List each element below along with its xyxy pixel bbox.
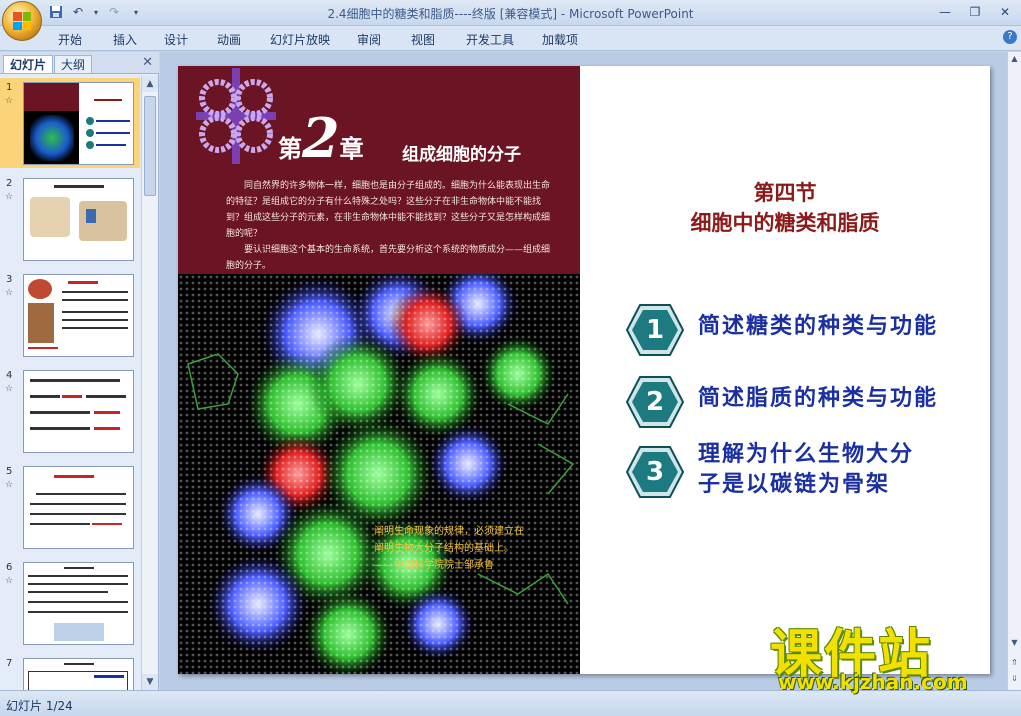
animation-star-icon: ☆: [5, 96, 14, 106]
chapter-prefix: 第: [278, 134, 302, 163]
slide-counter: 幻灯片 1/24: [6, 699, 73, 713]
quote-attribution: ——中国科学院院士邹承鲁: [374, 560, 494, 571]
thumbnail-scrollbar[interactable]: ▲ ▼: [141, 76, 158, 690]
restore-icon[interactable]: ❐: [965, 3, 985, 21]
tab-view[interactable]: 视图: [411, 31, 435, 48]
slide-edit-area: 第2章 组成细胞的分子 同自然界的许多物体一样，细胞也是由分子组成的。细胞为什么…: [160, 52, 1007, 690]
intro-paragraph-1: 同自然界的许多物体一样，细胞也是由分子组成的。细胞为什么能表现出生命的特征？是组…: [226, 181, 551, 239]
tab-insert[interactable]: 插入: [113, 31, 137, 48]
slide-thumbnail-6[interactable]: 6 ☆: [0, 558, 140, 648]
molecule-image: [178, 274, 580, 674]
quote: 阐明生命现象的规律，必须建立在 阐明生物大分子结构的基础上。 ——中国科学院院士…: [374, 523, 524, 574]
thumb-number: 5: [6, 466, 13, 477]
chapter-number: 第2章: [278, 106, 364, 170]
scroll-down-icon[interactable]: ▼: [142, 674, 158, 690]
title-bar: ↶ ▾ ↷ ▾ 2.4细胞中的糖类和脂质----终版 [兼容模式] - Micr…: [0, 0, 1021, 41]
chapter-header: 第2章 组成细胞的分子 同自然界的许多物体一样，细胞也是由分子组成的。细胞为什么…: [178, 66, 580, 274]
decorative-cross-icon: [196, 68, 276, 164]
tab-slideshow[interactable]: 幻灯片放映: [270, 31, 330, 48]
objective-text-line: 理解为什么生物大分: [698, 442, 915, 467]
thumb-number: 7: [6, 658, 13, 669]
thumbnail-preview: [23, 178, 134, 261]
slide-thumbnail-4[interactable]: 4 ☆: [0, 366, 140, 456]
scroll-thumb[interactable]: [144, 96, 156, 196]
ribbon-tabs: 开始 插入 设计 动画 幻灯片放映 审阅 视图 开发工具 加载项: [0, 26, 1021, 51]
watermark: 课件站 www.kjzhan.com: [770, 612, 1010, 694]
tab-developer[interactable]: 开发工具: [466, 31, 514, 48]
objective-number: 1: [645, 315, 665, 345]
tab-slides[interactable]: 幻灯片: [3, 55, 54, 73]
thumb-number: 1: [6, 82, 13, 93]
tab-design[interactable]: 设计: [164, 31, 188, 48]
section-number: 第四节: [753, 180, 817, 205]
current-slide[interactable]: 第2章 组成细胞的分子 同自然界的许多物体一样，细胞也是由分子组成的。细胞为什么…: [178, 66, 990, 674]
office-button[interactable]: [2, 1, 42, 41]
scroll-up-icon[interactable]: ▲: [142, 76, 158, 92]
objective-text: 简述糖类的种类与功能: [698, 314, 939, 339]
intro-paragraph-2: 要认识细胞这个基本的生命系统，首先要分析这个系统的物质成分——组成细胞的分子。: [226, 245, 551, 271]
tab-outline[interactable]: 大纲: [54, 55, 93, 73]
slide-image-panel: 第2章 组成细胞的分子 同自然界的许多物体一样，细胞也是由分子组成的。细胞为什么…: [178, 66, 580, 674]
slide-thumbnail-7[interactable]: 7: [0, 654, 140, 690]
objective-number: 2: [645, 387, 665, 417]
objective-text: 理解为什么生物大分 子是以碳链为骨架: [698, 440, 914, 500]
animation-star-icon: ☆: [5, 576, 14, 586]
thumbnail-preview: [23, 466, 134, 549]
objective-text-line: 子是以碳链为骨架: [698, 472, 891, 497]
tab-home[interactable]: 开始: [58, 31, 82, 48]
panel-tabs: 幻灯片 大纲 ✕: [0, 52, 159, 74]
thumb-number: 2: [6, 178, 13, 189]
animation-star-icon: ☆: [5, 192, 14, 202]
slide-thumbnail-3[interactable]: 3 ☆: [0, 270, 140, 360]
help-icon[interactable]: ?: [1003, 30, 1017, 44]
thumb-number: 6: [6, 562, 13, 573]
close-icon[interactable]: ✕: [995, 3, 1015, 21]
tab-addins[interactable]: 加载项: [542, 31, 578, 48]
thumb-number: 4: [6, 370, 13, 381]
thumbnail-preview: [23, 370, 134, 453]
tab-review[interactable]: 审阅: [357, 31, 381, 48]
slide-scrollbar[interactable]: ▲ ▼ ⇑ ⇓: [1007, 52, 1021, 690]
animation-star-icon: ☆: [5, 480, 14, 490]
window-controls: — ❐ ✕: [935, 3, 1015, 21]
animation-star-icon: ☆: [5, 288, 14, 298]
thumbnail-preview: [23, 562, 134, 645]
slides-panel: 幻灯片 大纲 ✕ 1 ☆ 2 ☆ 3 ☆ 4 ☆ 5 ☆ 6 ☆ 7 ▲ ▼: [0, 52, 159, 690]
minimize-icon[interactable]: —: [935, 3, 955, 21]
scroll-up-icon[interactable]: ▲: [1008, 52, 1021, 66]
thumb-number: 3: [6, 274, 13, 285]
chapter-intro: 同自然界的许多物体一样，细胞也是由分子组成的。细胞为什么能表现出生命的特征？是组…: [226, 178, 558, 274]
objective-number: 3: [645, 457, 665, 487]
thumbnail-preview: [23, 274, 134, 357]
chapter-title: 组成细胞的分子: [402, 145, 521, 165]
slide-thumbnail-1[interactable]: 1 ☆: [0, 78, 140, 168]
section-title: 第四节 细胞中的糖类和脂质: [580, 178, 990, 238]
window-title: 2.4细胞中的糖类和脂质----终版 [兼容模式] - Microsoft Po…: [327, 7, 694, 21]
section-name: 细胞中的糖类和脂质: [690, 210, 880, 235]
animation-star-icon: ☆: [5, 384, 14, 394]
thumbnail-preview: [23, 658, 134, 690]
slide-thumbnail-2[interactable]: 2 ☆: [0, 174, 140, 264]
chapter-num: 2: [302, 106, 340, 170]
thumbnail-list: 1 ☆ 2 ☆ 3 ☆ 4 ☆ 5 ☆ 6 ☆ 7: [0, 76, 140, 690]
close-panel-icon[interactable]: ✕: [142, 55, 153, 70]
quote-line: 阐明生命现象的规律，必须建立在: [374, 526, 524, 537]
quote-line: 阐明生物大分子结构的基础上。: [374, 543, 514, 554]
office-logo-icon: [13, 12, 31, 30]
tab-animation[interactable]: 动画: [217, 31, 241, 48]
chapter-suffix: 章: [339, 134, 364, 163]
objective-text: 简述脂质的种类与功能: [698, 386, 939, 411]
watermark-url: www.kjzhan.com: [778, 670, 968, 694]
thumbnail-preview: [23, 82, 134, 165]
slide-thumbnail-5[interactable]: 5 ☆: [0, 462, 140, 552]
